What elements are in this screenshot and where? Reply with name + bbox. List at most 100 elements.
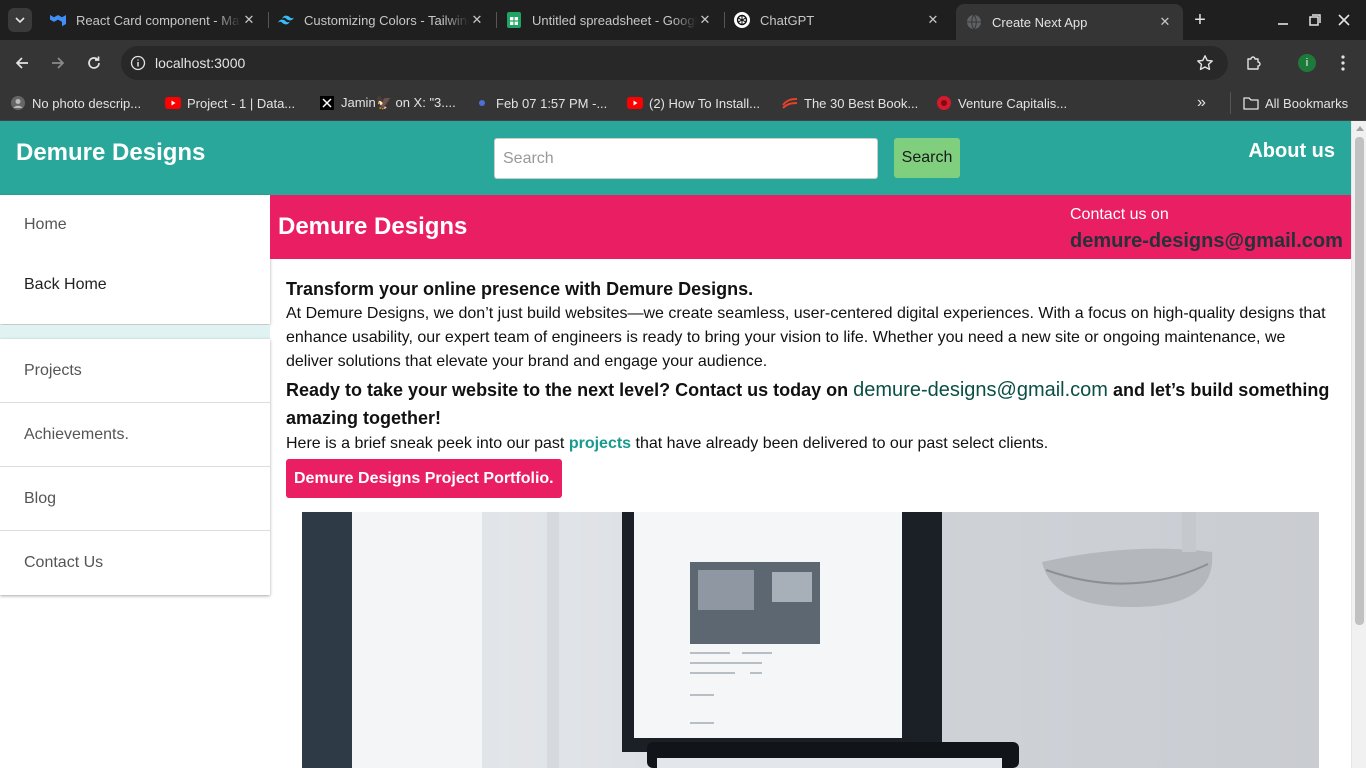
bookmark-item[interactable]: Feb 07 1:57 PM -... xyxy=(474,92,607,114)
peek-text-end: that have already been delivered to our … xyxy=(631,435,1049,452)
chevron-double-right-icon: » xyxy=(1197,94,1206,111)
all-bookmarks-label: All Bookmarks xyxy=(1265,95,1349,111)
scrollbar-thumb[interactable] xyxy=(1355,137,1364,625)
sidebar-item-contact-us[interactable]: Contact Us xyxy=(0,531,270,595)
book-icon xyxy=(782,95,798,111)
portfolio-button[interactable]: Demure Designs Project Portfolio. xyxy=(286,459,562,498)
all-bookmarks-button[interactable]: All Bookmarks xyxy=(1230,92,1348,114)
peek-paragraph: Here is a brief sneak peek into our past… xyxy=(286,432,1336,456)
tab-title: React Card component - Mater xyxy=(76,12,241,28)
intro-paragraph: At Demure Designs, we don’t just build w… xyxy=(286,305,1326,370)
search-button[interactable]: Search xyxy=(894,138,960,178)
folder-icon xyxy=(1243,95,1259,111)
youtube-icon xyxy=(627,95,643,111)
sidebar-item-projects[interactable]: Projects xyxy=(0,339,270,403)
tab-search-button[interactable] xyxy=(8,8,32,32)
intro-heading: Transform your online presence with Demu… xyxy=(286,279,754,299)
sheets-icon xyxy=(506,12,522,28)
projects-link[interactable]: projects xyxy=(569,435,631,452)
browser-menu-button[interactable] xyxy=(1330,50,1356,76)
sidebar-divider xyxy=(0,325,270,339)
tab-chatgpt[interactable]: ChatGPT ✕ xyxy=(724,4,951,36)
bookmark-label: (2) How To Install... xyxy=(649,95,761,111)
close-icon[interactable]: ✕ xyxy=(469,12,485,28)
plus-icon: + xyxy=(1194,8,1206,31)
close-icon[interactable]: ✕ xyxy=(925,12,941,28)
web-page: Demure Designs Search About us Home Back… xyxy=(0,121,1351,768)
bookmarks-bar: No photo descrip... Project - 1 | Data..… xyxy=(0,86,1366,121)
close-icon xyxy=(1338,14,1350,26)
workspace-photo xyxy=(302,512,1213,768)
extensions-button[interactable] xyxy=(1241,50,1267,76)
youtube-icon xyxy=(165,95,181,111)
sidebar-item-achievements[interactable]: Achievements. xyxy=(0,403,270,467)
bookmark-item[interactable]: The 30 Best Book... xyxy=(782,92,918,114)
bookmark-label: Feb 07 1:57 PM -... xyxy=(496,95,608,111)
contact-label: Contact us on xyxy=(1070,206,1169,223)
bookmark-item[interactable]: Venture Capitalis... xyxy=(936,92,1067,114)
sidebar-item-blog[interactable]: Blog xyxy=(0,467,270,531)
hero-banner: Demure Designs Contact us on demure-desi… xyxy=(270,195,1351,259)
search-input[interactable] xyxy=(494,138,878,179)
bookmark-item[interactable]: Jamin🦅 on X: "3.... xyxy=(319,92,456,114)
site-brand[interactable]: Demure Designs xyxy=(16,139,205,167)
tailwind-icon xyxy=(278,12,294,28)
close-icon[interactable]: ✕ xyxy=(241,12,257,28)
kebab-menu-icon xyxy=(1341,55,1345,71)
address-bar[interactable]: localhost:3000 xyxy=(121,46,1228,80)
close-window-button[interactable] xyxy=(1332,8,1356,32)
chatgpt-icon xyxy=(734,12,750,28)
sidebar-item-back-home[interactable]: Back Home xyxy=(0,255,270,315)
main-content: Transform your online presence with Demu… xyxy=(286,277,1336,498)
hero-image xyxy=(302,512,1319,768)
forward-button[interactable] xyxy=(45,50,71,76)
mui-icon xyxy=(50,12,66,28)
close-icon[interactable]: ✕ xyxy=(697,12,713,28)
tab-tailwind[interactable]: Customizing Colors - Tailwind ✕ xyxy=(268,4,495,36)
cta-text: Ready to take your website to the next l… xyxy=(286,380,854,400)
tab-create-next-app[interactable]: Create Next App ✕ xyxy=(956,4,1183,40)
star-icon[interactable] xyxy=(1196,54,1214,77)
restore-button[interactable] xyxy=(1303,8,1327,32)
browser-toolbar: localhost:3000 i xyxy=(0,40,1366,86)
vc-icon xyxy=(936,95,952,111)
contact-email-link[interactable]: demure-designs@gmail.com xyxy=(1070,230,1343,253)
about-us-link[interactable]: About us xyxy=(1248,140,1335,163)
tab-title: Create Next App xyxy=(992,14,1088,30)
bookmark-item[interactable]: No photo descrip... xyxy=(10,92,141,114)
bookmark-label: Venture Capitalis... xyxy=(958,95,1068,111)
url-text[interactable]: localhost:3000 xyxy=(155,55,245,71)
tab-strip: React Card component - Mater ✕ Customizi… xyxy=(0,0,1366,40)
minimize-icon xyxy=(1278,23,1288,25)
scroll-up-icon[interactable] xyxy=(1356,126,1364,131)
page-scrollbar[interactable] xyxy=(1351,121,1366,768)
profile-button[interactable]: i xyxy=(1294,50,1320,76)
back-button[interactable] xyxy=(9,50,35,76)
bookmark-item[interactable]: (2) How To Install... xyxy=(627,92,760,114)
chevron-down-icon xyxy=(15,17,25,24)
arrow-right-icon xyxy=(52,57,65,69)
globe-icon xyxy=(966,14,982,30)
site-info-icon[interactable] xyxy=(121,46,155,80)
more-bookmarks-button[interactable]: » xyxy=(1197,92,1206,114)
reload-button[interactable] xyxy=(81,50,107,76)
reload-icon xyxy=(88,56,100,69)
sidebar-item-home[interactable]: Home xyxy=(0,195,270,255)
close-icon[interactable]: ✕ xyxy=(1157,14,1173,30)
banner-title: Demure Designs xyxy=(278,213,468,240)
sidebar: Home Back Home Projects Achievements. Bl… xyxy=(0,195,270,768)
tab-title: ChatGPT xyxy=(760,12,815,28)
bookmark-item[interactable]: Project - 1 | Data... xyxy=(165,92,295,114)
minimize-button[interactable] xyxy=(1271,8,1295,32)
new-tab-button[interactable]: + xyxy=(1188,8,1212,32)
x-icon xyxy=(319,95,335,111)
tab-spreadsheet[interactable]: Untitled spreadsheet - Google ✕ xyxy=(496,4,723,36)
restore-icon xyxy=(1309,14,1321,26)
sidebar-top-card: Home Back Home xyxy=(0,195,270,324)
cta-email-link[interactable]: demure-designs@gmail.com xyxy=(853,379,1108,401)
browser-chrome: React Card component - Mater ✕ Customizi… xyxy=(0,0,1366,121)
tab-title: Untitled spreadsheet - Google xyxy=(532,12,697,28)
site-header: Demure Designs Search About us xyxy=(0,121,1351,195)
image-icon xyxy=(10,95,26,111)
tab-react-card[interactable]: React Card component - Mater ✕ xyxy=(40,4,267,36)
